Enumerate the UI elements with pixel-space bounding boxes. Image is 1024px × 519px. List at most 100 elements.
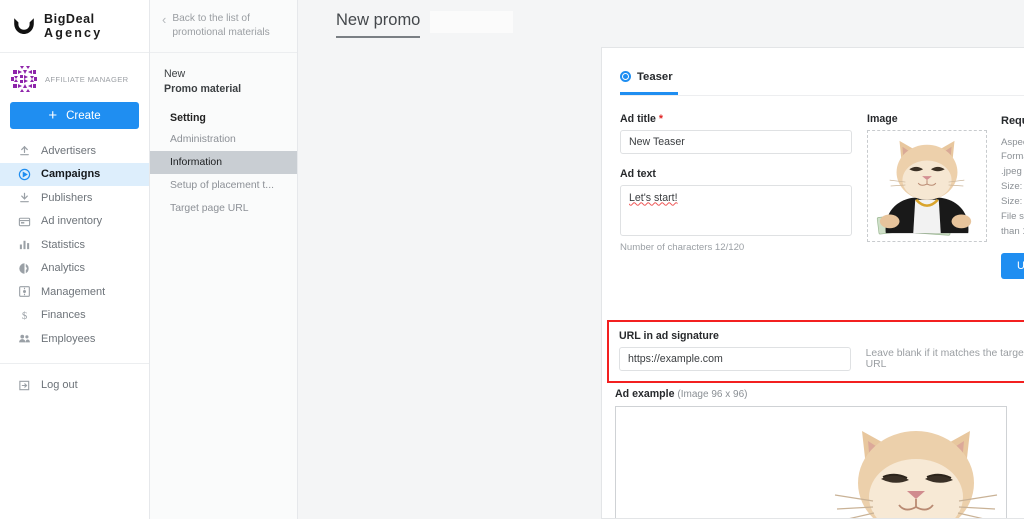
- page-header: New promo: [308, 0, 1024, 38]
- brand-header[interactable]: BigDeal Agency: [0, 0, 149, 53]
- subnav-item-setup-placement[interactable]: Setup of placement t...: [150, 174, 297, 197]
- sidebar-item-ad-inventory[interactable]: Ad inventory: [0, 210, 149, 234]
- tab-teaser-label: Teaser: [637, 70, 673, 83]
- redacted-block: [430, 11, 514, 33]
- brand-line-2: Agency: [44, 26, 103, 40]
- dollar-icon: $: [18, 309, 31, 322]
- sidebar-item-campaigns[interactable]: Campaigns: [0, 162, 149, 186]
- sidebar-item-label: Employees: [41, 332, 96, 345]
- promo-material-heading: New Promo material: [150, 53, 297, 100]
- requirement-row: Size: min 256x256: [1001, 180, 1024, 195]
- requirement-key: Size:: [1001, 181, 1023, 193]
- requirement-key: Size:: [1001, 195, 1023, 207]
- requirements-block: Requirements: Aspect ratio: 1:1 Format: …: [1001, 113, 1024, 279]
- identicon-avatar-icon: [10, 65, 38, 93]
- main-content: New promo Teaser Ad title * New Teaser A…: [298, 0, 1024, 519]
- sidebar-item-label: Advertisers: [41, 144, 97, 157]
- sidebar-item-advertisers[interactable]: Advertisers: [0, 139, 149, 163]
- app-root: BigDeal Agency AFFILIATE MANAGER + Creat…: [0, 0, 1024, 519]
- url-signature-label: URL in ad signature: [619, 330, 719, 342]
- promo-heading-line-2: Promo material: [164, 83, 242, 96]
- requirement-row: File size: no more than 1MB: [1001, 210, 1024, 240]
- create-button-label: Create: [66, 109, 101, 122]
- radio-selected-icon: [620, 71, 631, 82]
- upload-arrow-icon: [18, 144, 31, 157]
- plus-icon: +: [48, 107, 58, 124]
- shield-v-logo-icon: [12, 14, 36, 38]
- sidebar-item-label: Management: [41, 285, 106, 298]
- form-right-column: Image Req Aspe Form .jpeg Size: Size: Fi…: [852, 113, 1024, 279]
- requirement-row: Aspect ratio: 1:1: [1001, 136, 1024, 151]
- character-counter: Number of characters 12/120: [620, 241, 745, 253]
- image-thumbnail[interactable]: [867, 129, 987, 242]
- create-button[interactable]: + Create: [10, 102, 139, 129]
- ad-example-label-text: Ad example: [615, 388, 675, 400]
- page-title: New promo: [336, 11, 421, 38]
- sidebar-item-label: Ad inventory: [41, 215, 103, 228]
- upload-button[interactable]: Upload: [1001, 252, 1024, 279]
- subnav-item-administration[interactable]: Administration: [150, 128, 297, 151]
- primary-sidebar: BigDeal Agency AFFILIATE MANAGER + Creat…: [0, 0, 150, 519]
- sidebar-divider: [0, 362, 149, 364]
- logout-arrow-icon: [18, 379, 31, 392]
- secondary-sidebar: ‹ Back to the list of promotional materi…: [150, 0, 298, 519]
- ad-text-label: Ad text: [620, 167, 656, 180]
- radio-inner-dot: [623, 74, 628, 79]
- svg-text:$: $: [22, 310, 27, 322]
- ad-example-label: Ad example (Image 96 x 96): [615, 388, 1024, 400]
- promo-heading-line-1: New: [164, 68, 186, 80]
- sidebar-item-finances[interactable]: $ Finances: [0, 304, 149, 328]
- url-signature-hint: Leave blank if it matches the target URL: [865, 348, 1024, 370]
- cat-in-suit-thumbnail-graphic: [868, 130, 986, 241]
- promo-form-card: Teaser Ad title * Ad text Let's start! N…: [601, 47, 1024, 519]
- back-to-list-label: Back to the list of promotional material…: [172, 12, 269, 40]
- image-label: Image: [867, 112, 898, 125]
- requirement-key: File size:: [1001, 210, 1024, 222]
- sidebar-item-publishers[interactable]: Publishers: [0, 186, 149, 210]
- tab-divider: [620, 94, 1024, 96]
- play-circle-icon: [18, 168, 31, 181]
- form-left-column: Ad title * Ad text Let's start! Number o…: [612, 113, 852, 279]
- sidebar-item-analytics[interactable]: Analytics: [0, 257, 149, 281]
- image-upload-group: Image: [867, 113, 987, 279]
- sidebar-item-employees[interactable]: Employees: [0, 327, 149, 351]
- back-to-list-link[interactable]: ‹ Back to the list of promotional materi…: [150, 0, 297, 53]
- sidebar-item-label: Finances: [41, 309, 86, 322]
- brand-wordmark: BigDeal Agency: [44, 12, 102, 41]
- tab-bar: Teaser: [602, 48, 1024, 95]
- download-arrow-icon: [18, 191, 31, 204]
- subnav-item-target-page-url[interactable]: Target page URL: [150, 197, 297, 220]
- account-row[interactable]: AFFILIATE MANAGER: [0, 53, 149, 99]
- people-icon: [18, 332, 31, 345]
- chevron-left-icon: ‹: [162, 12, 167, 27]
- subnav-section-title: Setting: [170, 111, 206, 124]
- ad-example-preview-frame: New Teaser Let's start!: [615, 406, 1007, 518]
- ad-title-label-text: Ad title: [620, 112, 656, 125]
- sidebar-nav-list: Advertisers Campaigns Publishers Ad inve…: [0, 137, 149, 397]
- card-icon: [18, 215, 31, 228]
- sidebar-item-label: Campaigns: [41, 168, 101, 181]
- back-line-2: promotional materials: [172, 26, 270, 38]
- back-line-1: Back to the list of: [172, 13, 250, 24]
- ad-example-block: Ad example (Image 96 x 96): [615, 388, 1024, 518]
- ad-text-textarea[interactable]: Let's start!: [620, 184, 852, 236]
- form-body: Ad title * Ad text Let's start! Number o…: [602, 96, 1024, 279]
- subnav-item-information[interactable]: Information: [150, 150, 297, 174]
- sidebar-item-label: Analytics: [41, 262, 86, 275]
- sidebar-item-label: Log out: [41, 379, 78, 392]
- sidebar-item-statistics[interactable]: Statistics: [0, 233, 149, 257]
- cat-in-suit-preview-graphic: [801, 425, 1006, 518]
- sidebar-item-logout[interactable]: Log out: [0, 374, 149, 398]
- requirement-key: Aspect ratio:: [1001, 136, 1024, 148]
- required-marker: *: [658, 112, 663, 125]
- requirement-key: Format:: [1001, 151, 1024, 163]
- pie-chart-icon: [18, 262, 31, 275]
- tab-teaser[interactable]: Teaser: [620, 71, 673, 95]
- ad-title-input[interactable]: [620, 129, 852, 154]
- ad-text-value: Let's start!: [629, 191, 678, 204]
- sidebar-item-label: Statistics: [41, 238, 86, 251]
- sidebar-item-management[interactable]: Management: [0, 280, 149, 304]
- url-signature-input[interactable]: [619, 347, 851, 371]
- sidebar-item-label: Publishers: [41, 191, 93, 204]
